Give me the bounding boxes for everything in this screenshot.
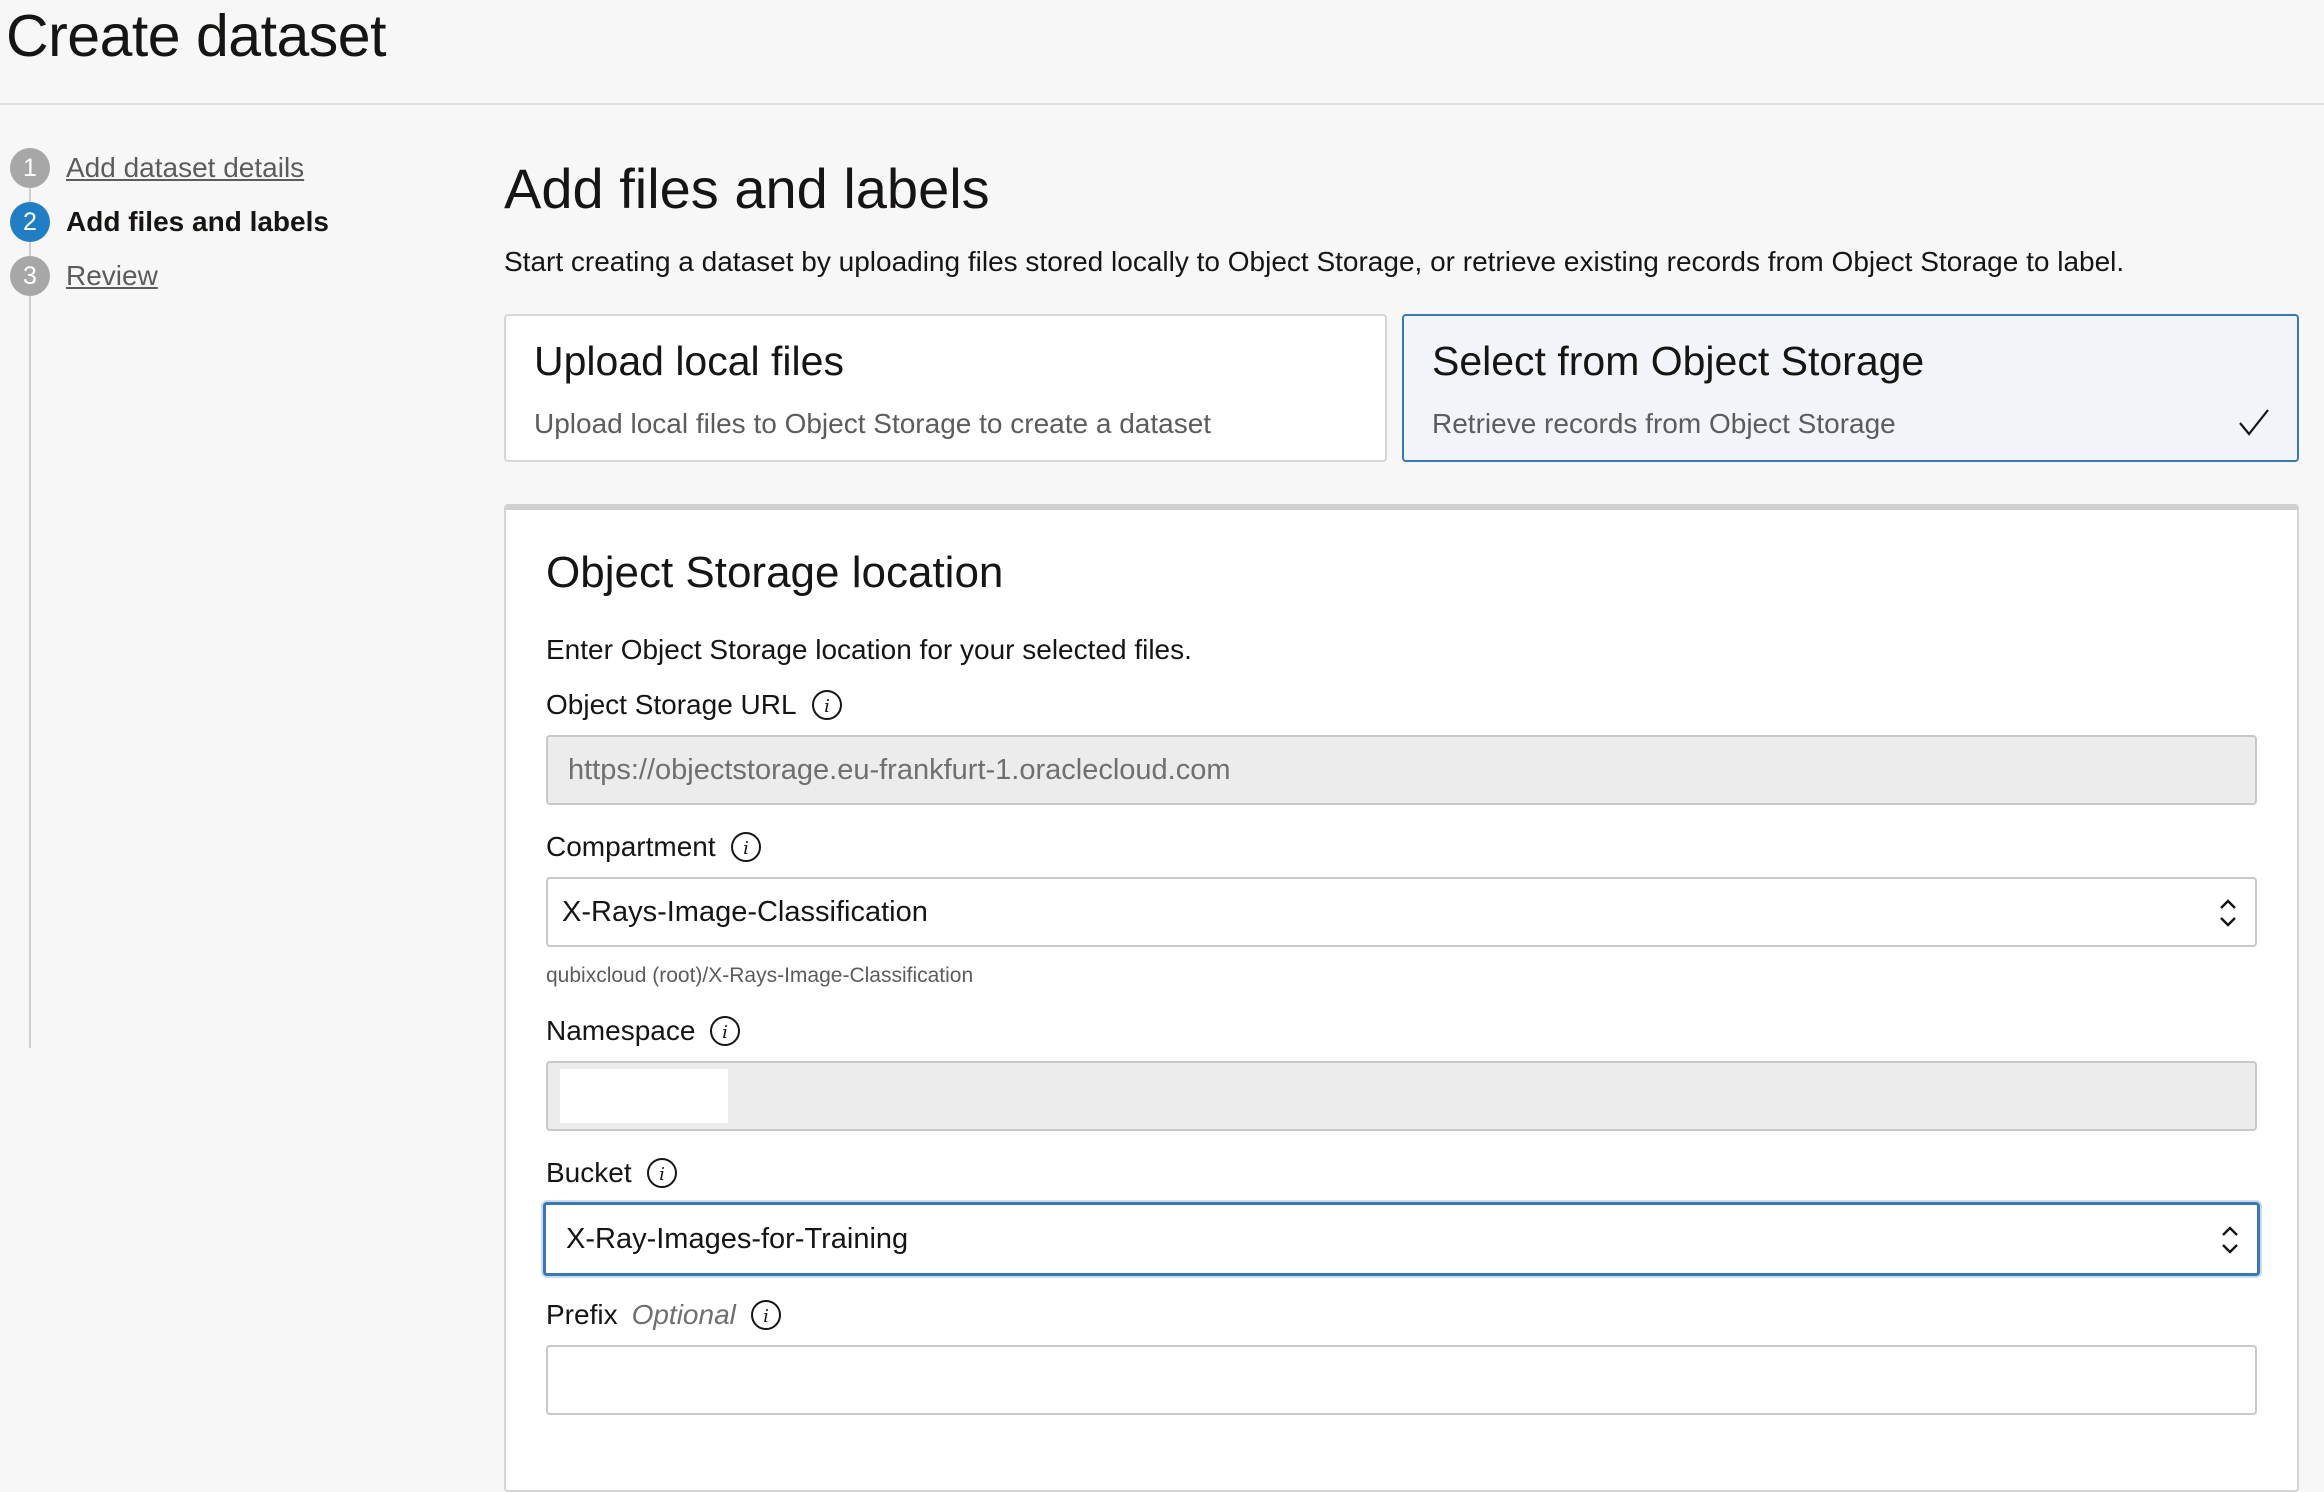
chevron-updown-icon [2222,1226,2238,1254]
option-description: Retrieve records from Object Storage [1432,408,1896,439]
step-label[interactable]: Add dataset details [66,152,304,184]
namespace-label-text: Namespace [546,1015,696,1046]
chevron-updown-icon [2220,899,2236,927]
bucket-label-text: Bucket [546,1157,632,1188]
steps-connector [29,168,31,1048]
namespace-field [546,1061,2257,1131]
step-add-dataset-details[interactable]: 1 Add dataset details [10,148,304,188]
url-label-text: Object Storage URL [546,689,797,720]
bucket-select[interactable]: X-Ray-Images-for-Training [543,1202,2260,1276]
select-from-object-storage-option[interactable]: Select from Object Storage Retrieve reco… [1402,314,2299,462]
object-storage-location-panel: Object Storage location Enter Object Sto… [504,504,2299,1492]
optional-tag: Optional [631,1299,736,1330]
svg-text:i: i [743,838,749,859]
compartment-label-text: Compartment [546,831,716,862]
svg-text:i: i [659,1164,665,1185]
bucket-label: Bucket i [546,1157,678,1189]
option-title: Upload local files [534,338,844,384]
step-number: 1 [10,148,50,188]
step-label: Add files and labels [66,206,329,237]
info-icon[interactable]: i [750,1299,782,1331]
section-title: Add files and labels [504,157,990,220]
namespace-label: Namespace i [546,1015,741,1047]
compartment-label: Compartment i [546,831,762,863]
compartment-path-helper: qubixcloud (root)/X-Rays-Image-Classific… [546,964,974,987]
step-number: 2 [10,202,50,242]
step-number: 3 [10,256,50,296]
option-description: Upload local files to Object Storage to … [534,408,1212,439]
panel-description: Enter Object Storage location for your s… [546,634,1192,665]
info-icon[interactable]: i [709,1015,741,1047]
bucket-value: X-Ray-Images-for-Training [566,1222,909,1255]
upload-local-files-option[interactable]: Upload local files Upload local files to… [504,314,1387,462]
page-title: Create dataset [6,3,387,69]
url-label: Object Storage URL i [546,689,843,721]
prefix-label: Prefix Optional i [546,1299,782,1331]
info-icon[interactable]: i [811,689,843,721]
compartment-value: X-Rays-Image-Classification [562,895,928,928]
prefix-label-text: Prefix [546,1299,618,1330]
prefix-input[interactable] [546,1345,2257,1415]
redacted-namespace [560,1069,728,1123]
section-description: Start creating a dataset by uploading fi… [504,246,2125,277]
check-icon [2239,409,2269,436]
svg-text:i: i [723,1022,729,1043]
info-icon[interactable]: i [730,831,762,863]
step-add-files-and-labels: 2 Add files and labels [10,202,329,242]
info-icon[interactable]: i [646,1157,678,1189]
compartment-select[interactable]: X-Rays-Image-Classification [546,877,2257,947]
object-storage-url-field: https://objectstorage.eu-frankfurt-1.ora… [546,735,2257,805]
svg-text:i: i [824,696,830,717]
step-label[interactable]: Review [66,260,158,292]
panel-title: Object Storage location [546,548,1004,597]
step-review[interactable]: 3 Review [10,256,158,296]
svg-text:i: i [763,1306,769,1327]
page-header: Create dataset [0,0,2324,105]
option-title: Select from Object Storage [1432,338,1925,384]
